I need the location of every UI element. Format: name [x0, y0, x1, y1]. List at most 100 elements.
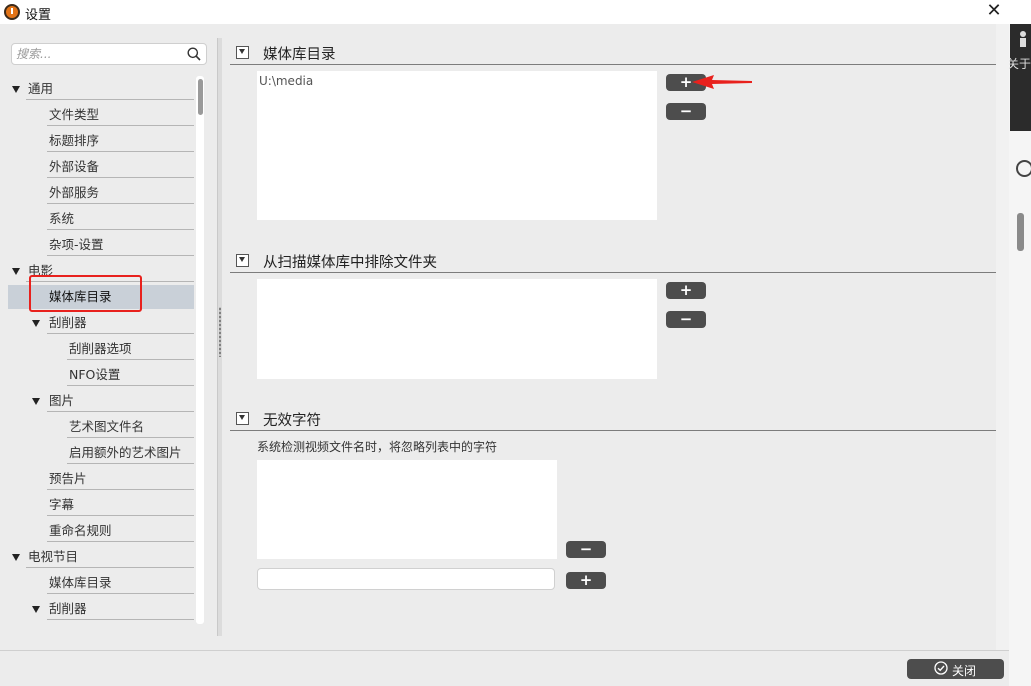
tree-item[interactable]: 字幕 — [8, 492, 194, 516]
expand-arrow-icon[interactable] — [12, 268, 20, 275]
tree-item-underline — [47, 177, 194, 178]
person-icon — [1020, 31, 1026, 47]
background-scrollbar[interactable] — [1017, 213, 1024, 251]
window-close-icon[interactable]: ✕ — [984, 1, 1004, 21]
tree-item[interactable]: 预告片 — [8, 466, 194, 490]
tree-item-underline — [47, 541, 194, 542]
tree-item-label: 外部服务 — [49, 185, 100, 200]
settings-tree: 通用 文件类型 标题排序 外部设备 外部服务 系统 杂项-设置 电影 媒体库目录 刮削器 刮削器选项… — [8, 76, 196, 624]
tree-item-label: 通用 — [28, 81, 54, 96]
tree-item-label: 外部设备 — [49, 159, 100, 174]
tree-item-label: 启用额外的艺术图片 — [69, 445, 182, 460]
tree-item[interactable]: 标题排序 — [8, 128, 194, 152]
tree-item-underline — [47, 619, 194, 620]
add-invalid-char-button[interactable]: + — [566, 572, 606, 589]
tree-item[interactable]: 重命名规则 — [8, 518, 194, 542]
content-scrollbar[interactable] — [996, 24, 1009, 650]
footer-bar: 关闭 — [0, 650, 1009, 686]
tree-item-underline — [47, 593, 194, 594]
tree-item-label: 字幕 — [49, 497, 75, 512]
section-divider — [230, 430, 996, 431]
collapse-toggle-icon[interactable] — [236, 412, 249, 425]
tree-item[interactable]: 外部服务 — [8, 180, 194, 204]
add-exclude-button[interactable]: + — [666, 282, 706, 299]
tree-item-label: 媒体库目录 — [49, 575, 112, 590]
section-media-dirs-header: 媒体库目录 — [230, 43, 996, 65]
tree-item[interactable]: 文件类型 — [8, 102, 194, 126]
tree-item[interactable]: 外部设备 — [8, 154, 194, 178]
tree-item[interactable]: 刮削器 — [8, 596, 194, 620]
tree-item-underline — [26, 99, 194, 100]
close-button[interactable]: 关闭 — [907, 659, 1004, 679]
remove-exclude-button[interactable]: − — [666, 311, 706, 328]
tree-item-label: 艺术图文件名 — [69, 419, 145, 434]
title-bar: 设置 ✕ — [0, 0, 1031, 24]
tree-item-label: 标题排序 — [49, 133, 100, 148]
tree-item-underline — [47, 515, 194, 516]
list-item[interactable]: U:\media — [259, 74, 313, 88]
tree-item[interactable]: 系统 — [8, 206, 194, 230]
tree-item-label: 刮削器 — [49, 601, 87, 616]
settings-window: 通用文件类型标题排序外部设备外部服务系统杂项-设置电影媒体库目录刮削器刮削器选项… — [0, 24, 1009, 686]
tree-item-label: 电视节目 — [28, 549, 79, 564]
tree-item-label: 刮削器 — [49, 315, 87, 330]
tree-item[interactable]: 通用 — [8, 76, 194, 100]
collapse-toggle-icon[interactable] — [236, 254, 249, 267]
tree-item-underline — [67, 437, 194, 438]
remove-invalid-char-button[interactable]: − — [566, 541, 606, 558]
tree-item-label: 系统 — [49, 211, 75, 226]
tree-item-underline — [47, 255, 194, 256]
invalid-chars-hint: 系统检测视频文件名时，将忽略列表中的字符 — [257, 440, 498, 454]
expand-arrow-icon[interactable] — [12, 554, 20, 561]
search-icon[interactable] — [187, 47, 201, 61]
annotation-highlight-box — [29, 275, 142, 312]
tree-item[interactable]: 刮削器选项 — [8, 336, 194, 360]
expand-arrow-icon[interactable] — [32, 320, 40, 327]
media-dirs-list[interactable]: U:\media — [257, 71, 657, 220]
tree-item-label: 文件类型 — [49, 107, 100, 122]
window-title: 设置 — [25, 8, 52, 23]
tree-item-underline — [47, 151, 194, 152]
tree-item-label: 杂项-设置 — [49, 237, 104, 252]
tree-item[interactable]: 杂项-设置 — [8, 232, 194, 256]
tree-item[interactable]: 媒体库目录 — [8, 570, 194, 594]
expand-arrow-icon[interactable] — [32, 606, 40, 613]
tree-item-underline — [47, 411, 194, 412]
tree-item-label: 图片 — [49, 393, 75, 408]
tree-item[interactable]: 图片 — [8, 388, 194, 412]
background-about-text: 关于 — [1007, 57, 1031, 71]
expand-arrow-icon[interactable] — [12, 86, 20, 93]
invalid-char-input[interactable] — [257, 568, 555, 590]
close-button-label: 关闭 — [952, 664, 977, 678]
section-divider — [230, 64, 996, 65]
check-circle-icon — [934, 661, 948, 675]
exclude-folders-list[interactable] — [257, 279, 657, 379]
section-title: 媒体库目录 — [263, 47, 336, 63]
tree-item-underline — [26, 567, 194, 568]
tree-scrollbar-track[interactable] — [196, 76, 204, 624]
search-input[interactable] — [16, 46, 176, 62]
tree-item-underline — [67, 385, 194, 386]
tree-item-underline — [47, 333, 194, 334]
tree-item-label: NFO设置 — [69, 367, 121, 382]
section-title: 从扫描媒体库中排除文件夹 — [263, 255, 437, 271]
tree-item-underline — [47, 229, 194, 230]
section-title: 无效字符 — [263, 413, 321, 429]
collapse-toggle-icon[interactable] — [236, 46, 249, 59]
tree-item[interactable]: NFO设置 — [8, 362, 194, 386]
background-circle-icon — [1016, 160, 1031, 177]
tree-item[interactable]: 艺术图文件名 — [8, 414, 194, 438]
search-box[interactable] — [11, 43, 207, 65]
tree-item-underline — [47, 125, 194, 126]
section-invalid-chars-header: 无效字符 — [230, 409, 996, 431]
remove-media-dir-button[interactable]: − — [666, 103, 706, 120]
tree-item-underline — [67, 359, 194, 360]
invalid-chars-list[interactable] — [257, 460, 557, 559]
tree-item[interactable]: 电视节目 — [8, 544, 194, 568]
expand-arrow-icon[interactable] — [32, 398, 40, 405]
tree-item[interactable]: 刮削器 — [8, 310, 194, 334]
tree-item-underline — [47, 203, 194, 204]
splitter-grip[interactable] — [219, 307, 221, 357]
tree-scrollbar-thumb[interactable] — [198, 79, 203, 115]
tree-item[interactable]: 启用额外的艺术图片 — [8, 440, 194, 464]
